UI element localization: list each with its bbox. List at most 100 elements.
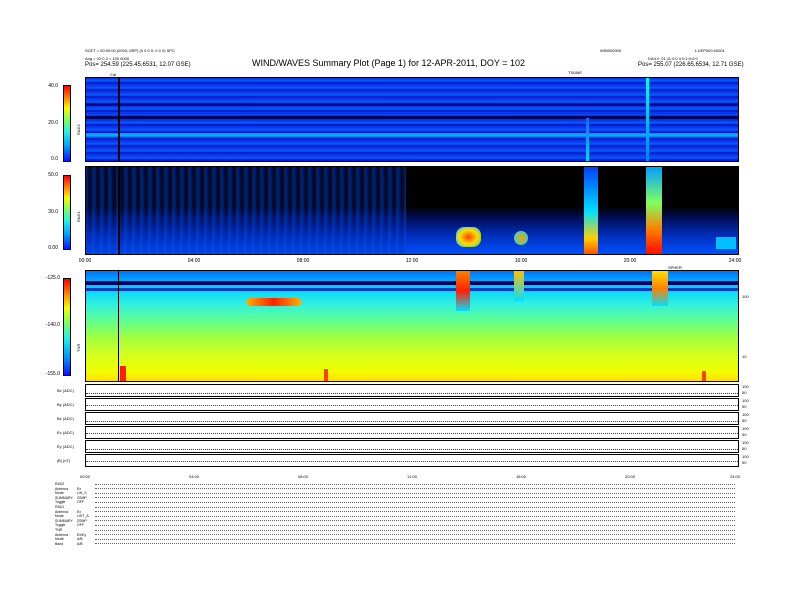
status-value: A/B	[77, 541, 83, 546]
tnr-burst	[456, 271, 470, 311]
rad1-burst	[646, 167, 662, 254]
line-panel-right-tick: 50	[742, 404, 747, 409]
x-tick: 20:00	[623, 258, 637, 264]
tnr-tick: -155.0	[45, 371, 60, 377]
start-position: Pos= 254.59 (225.45,6531, 12.07 GSE)	[85, 62, 191, 68]
line-trace	[86, 421, 738, 422]
header-file: L1/EP000 b0001	[695, 48, 725, 53]
rad2-tick: 0.0	[51, 156, 58, 162]
tnr-label: TNR	[76, 343, 81, 352]
x-tick: 12:00	[405, 258, 419, 264]
line-trace	[86, 461, 738, 462]
status-fill	[95, 543, 735, 545]
cal-line	[118, 271, 119, 381]
status-fill	[95, 492, 735, 494]
line-panel	[85, 454, 739, 467]
tnr-right-tick: 10	[742, 354, 747, 359]
status-fill	[95, 506, 735, 508]
status-fill	[95, 529, 735, 531]
tnr-band	[86, 288, 738, 291]
status-fill	[95, 538, 735, 540]
status-table: RAD2 Antenna Ex Mode LIN_S SUMMARY ZSMP Toggle O…	[55, 482, 745, 546]
tnr-tick: -140.0	[45, 322, 60, 328]
tnr-tick: -125.0	[45, 275, 60, 281]
header-code: WIN000000	[600, 48, 622, 53]
rad1-colorbar	[63, 175, 71, 250]
x-tick: 08:00	[296, 258, 310, 264]
tnr-band	[86, 281, 738, 285]
bottom-x-tick: 24:00	[729, 474, 741, 479]
line-panel-label: By (ADC)	[57, 402, 74, 407]
status-fill	[95, 520, 735, 522]
line-panel-right-tick: 100	[742, 440, 749, 445]
status-row: Band A/B	[55, 542, 745, 547]
tnr-burst	[652, 271, 668, 306]
angle-line: Ang = 02:0 3 = 100 0000	[85, 56, 130, 61]
rad2-colorbar	[63, 85, 71, 162]
line-panel-right-tick: 100	[742, 412, 749, 417]
line-panel-label: Bz (ADC)	[57, 416, 74, 421]
status-fill	[95, 515, 735, 517]
end-position: Pos= 255.07 (226.65,6534, 12.71 GSE)	[638, 62, 744, 68]
rad1-noise	[86, 167, 406, 254]
rad2-tick: 20.0	[48, 120, 58, 126]
bottom-x-tick: 04:00	[188, 474, 200, 479]
tnr-burst	[324, 369, 328, 381]
rad1-burst	[456, 227, 481, 247]
line-trace	[86, 405, 738, 406]
tnr-burst	[702, 371, 706, 381]
line-panel-right-tick: 50	[742, 418, 747, 423]
line-panel	[85, 412, 739, 425]
tnr-burst	[246, 298, 301, 306]
tnr-spectrogram	[85, 270, 739, 382]
status-fill	[95, 497, 735, 499]
line-panel-right-tick: 50	[742, 446, 747, 451]
line-trace	[86, 393, 738, 394]
header-daily: DAILY: 01:11:0:0 0:0:1:0:0:0	[648, 56, 698, 61]
rad2-burst	[646, 78, 649, 161]
line-panel-right-tick: 50	[742, 460, 747, 465]
plot-title: WIND/WAVES Summary Plot (Page 1) for 12-…	[252, 58, 526, 68]
bottom-x-tick: 20:00	[624, 474, 636, 479]
line-panel-right-tick: 50	[742, 390, 747, 395]
rad2-tick: 40.0	[48, 83, 58, 89]
cal-line	[118, 167, 120, 254]
time-marker-label: TSUME	[568, 70, 582, 75]
rad1-tick: 50.0	[48, 172, 58, 178]
line-trace	[86, 433, 738, 434]
x-tick: 24:00	[728, 258, 742, 264]
line-panel-label: Ex (ADC)	[57, 430, 74, 435]
line-panel-right-tick: 100	[742, 426, 749, 431]
status-fill	[95, 524, 735, 526]
status-key: Band	[55, 541, 64, 546]
line-panel	[85, 440, 739, 453]
rad1-tick: 0.00	[48, 245, 58, 251]
x-tick: 04:00	[187, 258, 201, 264]
line-panel-right-tick: 50	[742, 432, 747, 437]
cal-line	[118, 78, 120, 161]
x-tick: 16:00	[514, 258, 528, 264]
scet-line: SCET = 00:00:00 (0000; 0RP) (0 0 0 0; 0 …	[85, 48, 175, 53]
tnr-right-tick: 100	[742, 294, 749, 299]
rad1-tick: 30.0	[48, 209, 58, 215]
line-panel-label: |B| (nT)	[57, 458, 71, 463]
status-fill	[95, 488, 735, 490]
x-tick: 00:00	[78, 258, 92, 264]
rad1-burst	[716, 237, 736, 249]
bottom-x-tick: 12:00	[406, 474, 418, 479]
line-panel-right-tick: 100	[742, 384, 749, 389]
tnr-burst	[514, 271, 524, 301]
line-panel-right-tick: 100	[742, 398, 749, 403]
rad1-label: RAD1	[76, 211, 81, 222]
bottom-x-tick: 00:00	[79, 474, 91, 479]
rad1-burst	[584, 167, 598, 254]
rad2-burst	[586, 118, 589, 161]
rad2-spectrogram	[85, 77, 739, 162]
line-panel	[85, 426, 739, 439]
rad1-burst	[514, 231, 528, 245]
status-fill	[95, 483, 735, 485]
bottom-x-tick: 16:00	[515, 474, 527, 479]
bottom-x-tick: 08:00	[297, 474, 309, 479]
status-fill	[95, 511, 735, 513]
tnr-burst	[120, 366, 126, 381]
